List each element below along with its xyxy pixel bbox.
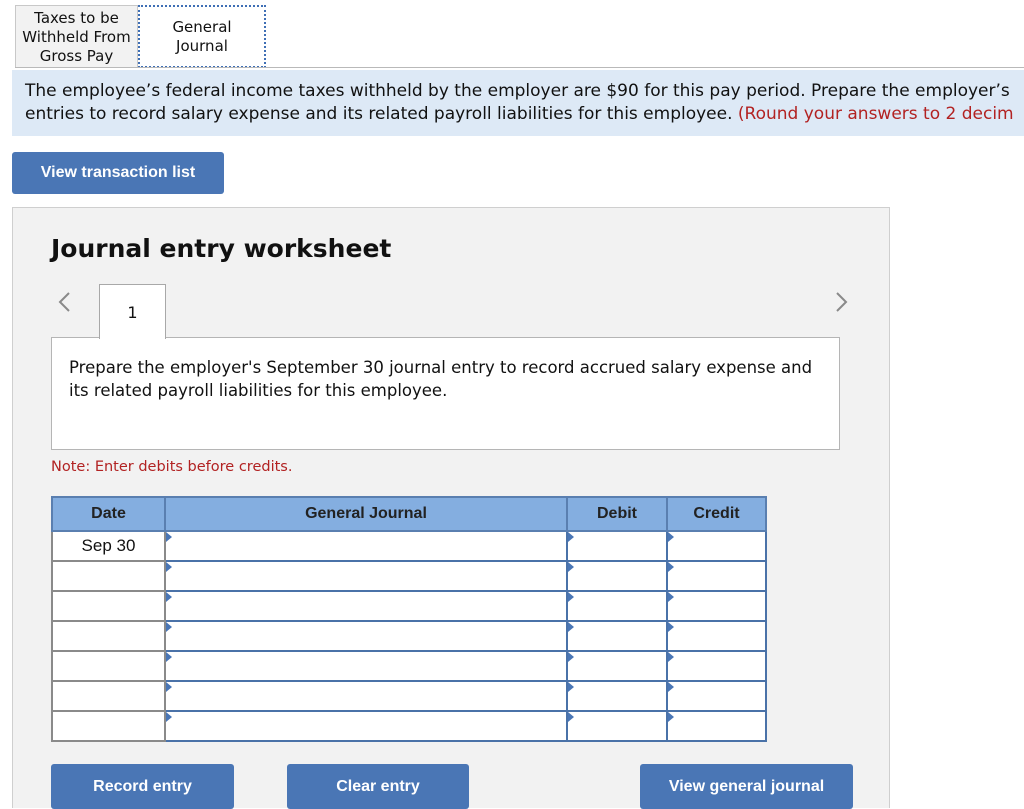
tab-label-line: Withheld From [22,27,131,46]
chevron-left-icon [58,292,70,312]
step-tab-1[interactable]: 1 [99,284,166,339]
journal-entry-worksheet-panel: Journal entry worksheet 1 Prepare the em… [12,207,890,809]
debit-input[interactable] [566,620,668,652]
tab-general-journal[interactable]: General Journal [138,5,266,68]
date-cell [51,620,166,652]
instructions-line-1: The employee’s federal income taxes with… [25,81,1010,101]
credit-input[interactable] [666,620,767,652]
header-general-journal: General Journal [164,496,568,532]
instructions: The employee’s federal income taxes with… [12,70,1024,136]
account-input[interactable] [164,590,568,622]
date-cell: Sep 30 [51,530,166,562]
credit-input[interactable] [666,530,767,562]
tab-taxes-withheld[interactable]: Taxes to be Withheld From Gross Pay [15,5,138,68]
account-input[interactable] [164,680,568,712]
account-input[interactable] [164,710,568,742]
credit-input[interactable] [666,680,767,712]
header-date: Date [51,496,166,532]
header-credit: Credit [666,496,767,532]
debit-input[interactable] [566,680,668,712]
journal-table: Date General Journal Debit Credit Sep 30 [51,496,767,742]
date-cell [51,680,166,712]
instructions-line-2: entries to record salary expense and its… [25,103,1024,126]
table-row [51,650,767,682]
table-row [51,710,767,742]
note-text: Note: Enter debits before credits. [51,459,293,475]
tab-label-line: Taxes to be [34,8,119,27]
view-general-journal-button[interactable]: View general journal [640,764,853,809]
header-debit: Debit [566,496,668,532]
credit-input[interactable] [666,710,767,742]
debit-input[interactable] [566,560,668,592]
credit-input[interactable] [666,650,767,682]
tab-bar: Taxes to be Withheld From Gross Pay Gene… [15,5,266,68]
tab-label-line: Journal [176,36,228,55]
chevron-right-icon [836,292,848,312]
task-description: Prepare the employer's September 30 jour… [51,337,840,450]
date-cell [51,560,166,592]
debit-input[interactable] [566,650,668,682]
tab-divider [15,67,1024,68]
table-row [51,680,767,712]
worksheet-title: Journal entry worksheet [51,234,392,263]
tab-label-line: Gross Pay [39,46,114,65]
view-transaction-list-button[interactable]: View transaction list [12,152,224,194]
next-step-button[interactable] [831,290,851,314]
table-header-row: Date General Journal Debit Credit [51,496,767,532]
date-cell [51,710,166,742]
credit-input[interactable] [666,560,767,592]
debit-input[interactable] [566,710,668,742]
table-row [51,590,767,622]
date-cell [51,650,166,682]
account-input[interactable] [164,530,568,562]
instructions-line-2-text: entries to record salary expense and its… [25,104,733,124]
account-input[interactable] [164,560,568,592]
rounding-hint: (Round your answers to 2 decim [737,104,1014,124]
previous-step-button[interactable] [55,290,75,314]
debit-input[interactable] [566,590,668,622]
table-row [51,620,767,652]
credit-input[interactable] [666,590,767,622]
table-row: Sep 30 [51,530,767,562]
tab-label-line: General [172,17,232,36]
date-cell [51,590,166,622]
account-input[interactable] [164,620,568,652]
clear-entry-button[interactable]: Clear entry [287,764,469,809]
debit-input[interactable] [566,530,668,562]
table-row [51,560,767,592]
account-input[interactable] [164,650,568,682]
record-entry-button[interactable]: Record entry [51,764,234,809]
